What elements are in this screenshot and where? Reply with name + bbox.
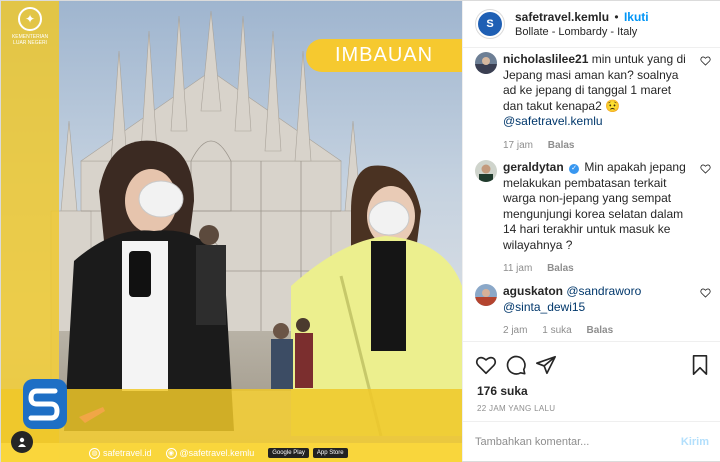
imbauan-banner: IMBAUAN xyxy=(306,39,462,72)
post-image[interactable]: ✦ KEMENTERIAN LUAR NEGERI IMBAUAN ◍ safe… xyxy=(1,1,462,462)
like-heart-icon[interactable] xyxy=(475,354,497,376)
commenter-avatar[interactable] xyxy=(475,52,497,74)
comment-mention[interactable]: @sinta_dewi15 xyxy=(503,300,585,314)
commenter-avatar[interactable] xyxy=(475,160,497,182)
post-dialog: ✦ KEMENTERIAN LUAR NEGERI IMBAUAN ◍ safe… xyxy=(0,0,720,462)
comment-time: 11 jam xyxy=(503,263,533,274)
post-location[interactable]: Bollate - Lombardy - Italy xyxy=(515,26,649,38)
footer-handle: ◉ @safetravel.kemlu xyxy=(165,447,255,459)
comment-bubble-icon[interactable] xyxy=(505,354,527,376)
save-bookmark-icon[interactable] xyxy=(689,354,711,376)
plane-icon xyxy=(79,407,105,423)
account-username[interactable]: safetravel.kemlu xyxy=(515,10,609,24)
footer-handle-text: @safetravel.kemlu xyxy=(179,448,255,458)
like-comment-heart-icon[interactable] xyxy=(700,288,711,298)
garuda-emblem-icon: ✦ xyxy=(18,7,42,31)
safetravel-s-logo-icon xyxy=(23,379,67,429)
comment-input[interactable] xyxy=(475,435,681,448)
ministry-logo: ✦ KEMENTERIAN LUAR NEGERI xyxy=(7,7,53,63)
comment-username[interactable]: nicholaslilee21 xyxy=(503,52,588,66)
safetravel-avatar-icon: S xyxy=(478,12,502,36)
google-play-badge: Google Play xyxy=(268,448,309,458)
header-separator: • xyxy=(614,10,619,24)
reply-button[interactable]: Balas xyxy=(547,263,574,274)
likes-count[interactable]: 176 suka xyxy=(477,384,528,398)
comment-time: 2 jam xyxy=(503,325,528,336)
instagram-icon: ◉ xyxy=(165,447,177,459)
ministry-logo-text: KEMENTERIAN LUAR NEGERI xyxy=(11,34,49,46)
comment-mention[interactable]: @sandraworo xyxy=(566,284,641,298)
reply-button[interactable]: Balas xyxy=(548,140,575,151)
post-footer-strip: ◍ safetravel.id ◉ @safetravel.kemlu Goog… xyxy=(1,443,462,462)
post-timestamp: 22 JAM YANG LALU xyxy=(477,404,556,413)
share-paper-plane-icon[interactable] xyxy=(535,354,557,376)
footer-website-text: safetravel.id xyxy=(103,448,152,458)
background-pedestrians xyxy=(196,225,313,389)
comment-time: 17 jam xyxy=(503,139,534,151)
person-icon xyxy=(18,437,26,447)
comment-likes[interactable]: 1 suka xyxy=(542,325,571,336)
comment-mention[interactable]: @safetravel.kemlu xyxy=(503,114,603,128)
post-sidebar: S safetravel.kemlu • Ikuti Bollate - Lom… xyxy=(462,1,720,461)
globe-icon: ◍ xyxy=(89,447,100,459)
post-header: S safetravel.kemlu • Ikuti Bollate - Lom… xyxy=(463,1,720,48)
follow-button[interactable]: Ikuti xyxy=(624,10,649,24)
commenter-avatar[interactable] xyxy=(475,284,497,306)
comments-list[interactable]: nicholaslilee21 min untuk yang di Jepang… xyxy=(463,48,720,341)
reply-button[interactable]: Balas xyxy=(586,325,613,336)
tagged-user-icon[interactable] xyxy=(11,431,33,453)
post-actions: 176 suka 22 JAM YANG LALU xyxy=(463,341,720,427)
comment-username[interactable]: aguskaton xyxy=(503,284,563,298)
comment-username[interactable]: geraldytan xyxy=(503,160,564,174)
app-store-badge: App Store xyxy=(312,448,348,458)
verified-badge-icon: ✓ xyxy=(569,164,580,174)
account-avatar[interactable]: S xyxy=(475,9,505,39)
like-comment-heart-icon[interactable] xyxy=(700,56,711,66)
like-comment-heart-icon[interactable] xyxy=(700,164,711,174)
add-comment-bar: Kirim xyxy=(463,421,720,461)
post-comment-button[interactable]: Kirim xyxy=(681,436,709,448)
footer-website: ◍ safetravel.id xyxy=(89,447,152,459)
worried-emoji: 😟 xyxy=(605,98,621,113)
